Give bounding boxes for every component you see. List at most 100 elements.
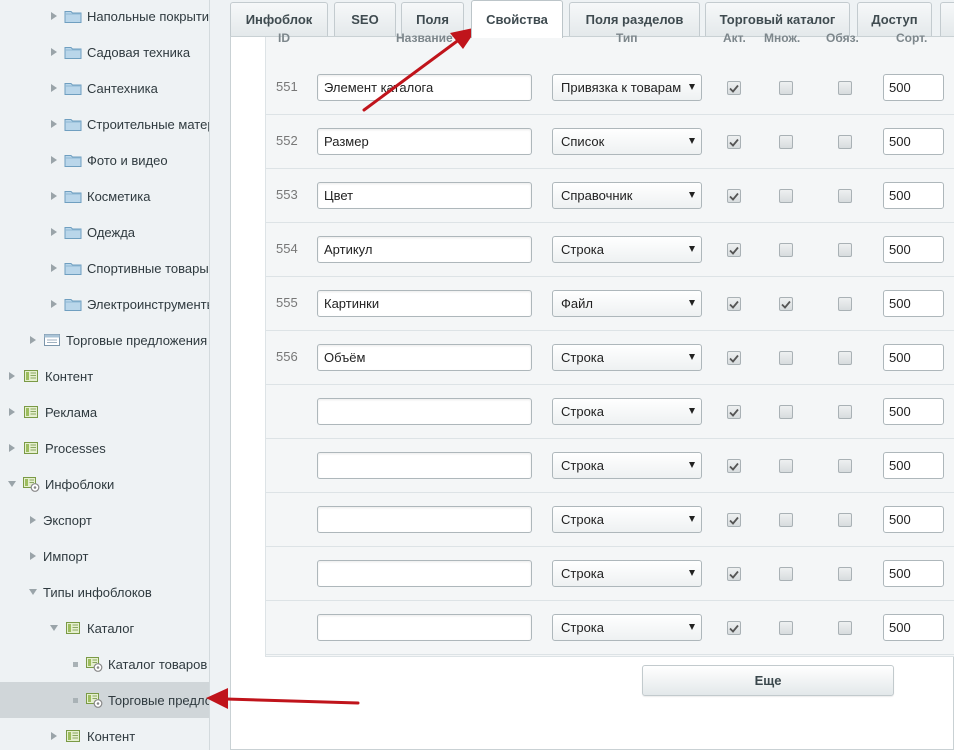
checkbox-required[interactable]	[838, 513, 852, 527]
property-name-input[interactable]	[317, 560, 532, 587]
sidebar-item[interactable]: Косметика	[0, 178, 209, 214]
sidebar-item[interactable]: Реклама	[0, 394, 209, 430]
checkbox-required[interactable]	[838, 351, 852, 365]
tree-expand-icon[interactable]	[27, 550, 39, 562]
tab-1[interactable]: SEO	[334, 2, 396, 36]
checkbox-active[interactable]	[727, 351, 741, 365]
property-name-input[interactable]	[317, 506, 532, 533]
property-type-select[interactable]: Строка	[552, 614, 702, 641]
checkbox-active[interactable]	[727, 405, 741, 419]
checkbox-required[interactable]	[838, 189, 852, 203]
sidebar-item[interactable]: Каталог	[0, 610, 209, 646]
tree-expand-icon[interactable]	[27, 334, 39, 346]
checkbox-active[interactable]	[727, 297, 741, 311]
tree-expand-icon[interactable]	[6, 370, 18, 382]
checkbox-multiple[interactable]	[779, 243, 793, 257]
checkbox-multiple[interactable]	[779, 459, 793, 473]
sidebar-item[interactable]: Одежда	[0, 214, 209, 250]
property-name-input[interactable]	[317, 128, 532, 155]
sidebar-item[interactable]: Строительные материалы	[0, 106, 209, 142]
checkbox-multiple[interactable]	[779, 351, 793, 365]
sidebar-item[interactable]: Напольные покрытия	[0, 0, 209, 34]
tab-3[interactable]: Свойства	[471, 0, 563, 38]
checkbox-multiple[interactable]	[779, 567, 793, 581]
sort-input[interactable]	[883, 452, 944, 479]
checkbox-required[interactable]	[838, 621, 852, 635]
checkbox-multiple[interactable]	[779, 297, 793, 311]
sidebar-item[interactable]: Фото и видео	[0, 142, 209, 178]
sort-input[interactable]	[883, 74, 944, 101]
sidebar-item[interactable]: Экспорт	[0, 502, 209, 538]
checkbox-active[interactable]	[727, 459, 741, 473]
tree-expand-icon[interactable]	[27, 514, 39, 526]
sidebar-item[interactable]: Контент	[0, 718, 209, 750]
sort-input[interactable]	[883, 344, 944, 371]
sidebar-item[interactable]: Садовая техника	[0, 34, 209, 70]
checkbox-active[interactable]	[727, 513, 741, 527]
checkbox-active[interactable]	[727, 567, 741, 581]
property-name-input[interactable]	[317, 74, 532, 101]
property-type-select[interactable]: Список	[552, 128, 702, 155]
tab-overflow[interactable]	[940, 2, 954, 36]
property-name-input[interactable]	[317, 290, 532, 317]
tree-collapse-icon[interactable]	[48, 622, 60, 634]
checkbox-active[interactable]	[727, 135, 741, 149]
checkbox-required[interactable]	[838, 297, 852, 311]
checkbox-multiple[interactable]	[779, 135, 793, 149]
tree-expand-icon[interactable]	[48, 154, 60, 166]
sort-input[interactable]	[883, 182, 944, 209]
checkbox-active[interactable]	[727, 189, 741, 203]
sidebar-item[interactable]: Электроинструменты	[0, 286, 209, 322]
property-type-select[interactable]: Строка	[552, 452, 702, 479]
tree-expand-icon[interactable]	[48, 10, 60, 22]
property-type-select[interactable]: Привязка к товарам	[552, 74, 702, 101]
tree-collapse-icon[interactable]	[6, 478, 18, 490]
sort-input[interactable]	[883, 614, 944, 641]
tree-expand-icon[interactable]	[6, 442, 18, 454]
tree-expand-icon[interactable]	[48, 730, 60, 742]
sort-input[interactable]	[883, 128, 944, 155]
more-button[interactable]: Еще	[642, 665, 894, 696]
sort-input[interactable]	[883, 236, 944, 263]
property-type-select[interactable]: Строка	[552, 344, 702, 371]
sort-input[interactable]	[883, 560, 944, 587]
checkbox-multiple[interactable]	[779, 513, 793, 527]
tree-expand-icon[interactable]	[48, 226, 60, 238]
property-type-select[interactable]: Строка	[552, 398, 702, 425]
sort-input[interactable]	[883, 290, 944, 317]
tree-expand-icon[interactable]	[6, 406, 18, 418]
tree-expand-icon[interactable]	[48, 190, 60, 202]
checkbox-multiple[interactable]	[779, 405, 793, 419]
sidebar-item[interactable]: Спортивные товары	[0, 250, 209, 286]
sort-input[interactable]	[883, 398, 944, 425]
sort-input[interactable]	[883, 506, 944, 533]
sidebar-item[interactable]: Контент	[0, 358, 209, 394]
sidebar-item[interactable]: Инфоблоки	[0, 466, 209, 502]
property-name-input[interactable]	[317, 614, 532, 641]
checkbox-required[interactable]	[838, 243, 852, 257]
checkbox-required[interactable]	[838, 81, 852, 95]
checkbox-active[interactable]	[727, 81, 741, 95]
tree-expand-icon[interactable]	[48, 298, 60, 310]
checkbox-required[interactable]	[838, 567, 852, 581]
sidebar-item[interactable]: Торговые предложения	[0, 682, 209, 718]
sidebar-item[interactable]: Импорт	[0, 538, 209, 574]
sidebar-item[interactable]: Каталог товаров	[0, 646, 209, 682]
sidebar-item[interactable]: Типы инфоблоков	[0, 574, 209, 610]
tree-expand-icon[interactable]	[48, 262, 60, 274]
checkbox-required[interactable]	[838, 459, 852, 473]
property-name-input[interactable]	[317, 398, 532, 425]
sidebar-item[interactable]: Торговые предложения	[0, 322, 209, 358]
sidebar-item[interactable]: Processes	[0, 430, 209, 466]
tree-expand-icon[interactable]	[48, 118, 60, 130]
property-name-input[interactable]	[317, 236, 532, 263]
sidebar-item[interactable]: Сантехника	[0, 70, 209, 106]
tree-expand-icon[interactable]	[48, 46, 60, 58]
tree-expand-icon[interactable]	[48, 82, 60, 94]
checkbox-multiple[interactable]	[779, 81, 793, 95]
checkbox-active[interactable]	[727, 621, 741, 635]
property-name-input[interactable]	[317, 452, 532, 479]
property-type-select[interactable]: Строка	[552, 560, 702, 587]
property-type-select[interactable]: Файл	[552, 290, 702, 317]
checkbox-multiple[interactable]	[779, 621, 793, 635]
